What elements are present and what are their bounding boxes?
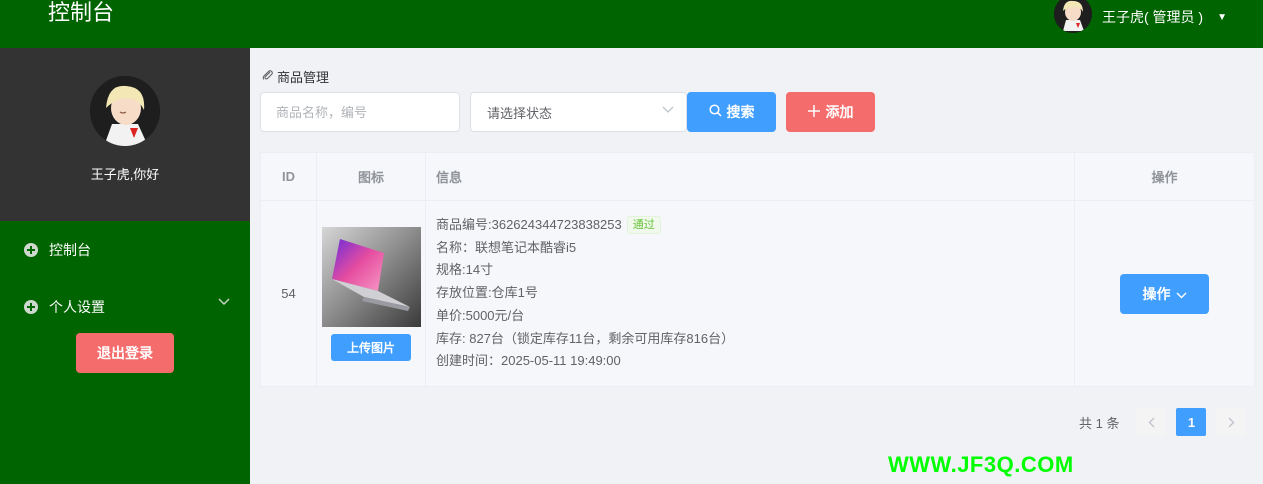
avatar xyxy=(1053,0,1092,33)
column-header-op: 操作 xyxy=(1151,170,1178,185)
paperclip-icon xyxy=(262,69,273,84)
product-code: 商品编号:362624344723838253 xyxy=(436,216,622,232)
page-number-current[interactable]: 1 xyxy=(1176,408,1207,436)
upload-image-button[interactable]: 上传图片 xyxy=(331,333,411,361)
row-id: 54 xyxy=(261,201,317,386)
status-badge: 通过 xyxy=(626,215,661,234)
search-button-label: 搜索 xyxy=(726,104,755,120)
operation-button-label: 操作 xyxy=(1142,285,1171,302)
profile-panel: 王子虎,你好 xyxy=(0,48,250,221)
logout-button[interactable]: 退出登录 xyxy=(76,333,174,373)
add-button-label: 添加 xyxy=(825,104,854,120)
column-header-icon: 图标 xyxy=(317,153,426,200)
plus-icon xyxy=(807,104,820,120)
chevron-down-icon xyxy=(218,295,230,309)
chevron-down-icon xyxy=(1176,286,1187,302)
circle-plus-icon xyxy=(24,242,38,257)
page-title: 商品管理 xyxy=(277,70,330,85)
row-icon-cell: 上传图片 xyxy=(317,201,426,386)
main-content: 商品管理 请选择状态 搜索 添加 ID 图标 信息 操作 54 xyxy=(250,48,1263,484)
product-created-time: 创建时间：2025-05-11 19:49:00 xyxy=(436,353,621,369)
row-op-cell: 操作 xyxy=(1075,201,1254,386)
column-header-info: 信息 xyxy=(426,153,1075,200)
sidebar-item-dashboard[interactable]: 控制台 xyxy=(0,221,250,278)
prev-page-button[interactable] xyxy=(1136,408,1167,436)
status-select-placeholder: 请选择状态 xyxy=(487,105,553,121)
add-button[interactable]: 添加 xyxy=(786,92,875,132)
table-row: 54 上传图片 商品编号:362624344723838253 通过 名称：联想… xyxy=(261,201,1254,386)
app-title: 控制台 xyxy=(48,0,115,25)
row-info-cell: 商品编号:362624344723838253 通过 名称：联想笔记本酷睿i5 规… xyxy=(426,201,1075,386)
chevron-down-icon xyxy=(662,105,674,117)
pagination: 共 1 条 1 xyxy=(1079,408,1247,436)
sidebar-item-label: 控制台 xyxy=(49,241,91,258)
user-name: 王子虎( 管理员 ) xyxy=(1101,9,1204,25)
status-select[interactable]: 请选择状态 xyxy=(470,92,687,132)
product-price: 单价:5000元/台 xyxy=(436,307,525,323)
column-header-id: ID xyxy=(261,153,317,200)
search-icon xyxy=(708,104,722,120)
product-location: 存放位置:仓库1号 xyxy=(436,285,538,301)
search-button[interactable]: 搜索 xyxy=(687,92,776,132)
circle-plus-icon xyxy=(24,299,38,314)
next-page-button[interactable] xyxy=(1216,408,1247,436)
breadcrumb: 商品管理 xyxy=(262,67,329,86)
sidebar: 王子虎,你好 控制台 个人设置 退出登录 xyxy=(0,48,250,484)
sidebar-item-label: 个人设置 xyxy=(49,298,105,315)
table-header: ID 图标 信息 操作 xyxy=(261,153,1254,201)
product-spec: 规格:14寸 xyxy=(436,262,494,278)
pagination-total: 共 1 条 xyxy=(1079,415,1120,431)
greeting-text: 王子虎,你好 xyxy=(90,167,160,182)
product-image xyxy=(321,226,421,327)
product-stock: 库存: 827台（锁定库存11台，剩余可用库存816台） xyxy=(436,330,735,346)
profile-avatar xyxy=(90,76,160,146)
search-input[interactable] xyxy=(260,92,460,132)
caret-down-icon: ▼ xyxy=(1217,11,1227,23)
watermark-text: WWW.JF3Q.COM xyxy=(888,452,1074,477)
sidebar-item-personal-settings[interactable]: 个人设置 xyxy=(0,278,250,335)
operation-dropdown-button[interactable]: 操作 xyxy=(1120,273,1209,314)
top-bar: 控制台 王子虎( 管理员 ) ▼ xyxy=(0,0,1263,48)
product-table: ID 图标 信息 操作 54 上传图片 商品编号:362624344723838… xyxy=(260,152,1255,387)
product-code-line: 商品编号:362624344723838253 通过 xyxy=(436,214,661,237)
user-menu[interactable]: 王子虎( 管理员 ) ▼ xyxy=(1053,0,1227,34)
product-name: 名称：联想笔记本酷睿i5 xyxy=(436,239,577,255)
